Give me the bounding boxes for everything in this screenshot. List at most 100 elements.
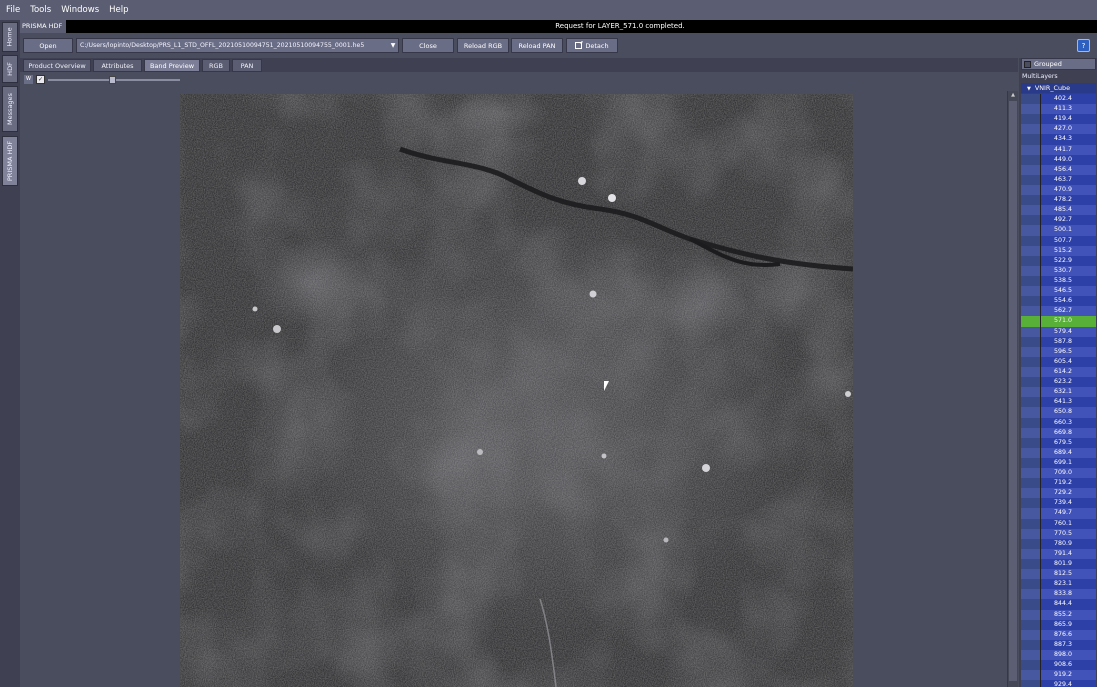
band-wavelength: 411.3: [1041, 104, 1096, 115]
band-row[interactable]: 546.5: [1021, 286, 1096, 297]
band-row[interactable]: 463.7: [1021, 174, 1096, 185]
band-row[interactable]: 507.7: [1021, 235, 1096, 246]
band-row[interactable]: 887.3: [1021, 639, 1096, 651]
band-row[interactable]: 562.7: [1021, 306, 1096, 317]
tab-pan[interactable]: PAN: [232, 59, 262, 72]
band-row[interactable]: 500.1: [1021, 225, 1096, 236]
detach-button[interactable]: ↗ Detach: [566, 38, 618, 53]
band-row[interactable]: 434.3: [1021, 134, 1096, 145]
band-row[interactable]: 669.8: [1021, 427, 1096, 438]
band-wavelength: 419.4: [1041, 114, 1096, 125]
band-row[interactable]: 833.8: [1021, 589, 1096, 600]
band-row[interactable]: 719.2: [1021, 478, 1096, 489]
menu-tools[interactable]: Tools: [30, 5, 51, 15]
menu-bar: File Tools Windows Help: [0, 0, 1097, 20]
band-row[interactable]: 823.1: [1021, 579, 1096, 590]
band-row[interactable]: 441.7: [1021, 144, 1096, 155]
band-row[interactable]: 641.3: [1021, 397, 1096, 408]
side-tab-home[interactable]: Home: [2, 22, 18, 52]
menu-help[interactable]: Help: [109, 5, 128, 15]
band-row[interactable]: 908.6: [1021, 660, 1096, 671]
band-row[interactable]: 554.6: [1021, 296, 1096, 307]
band-wavelength: 571.0: [1041, 316, 1096, 327]
band-row[interactable]: 898.0: [1021, 650, 1096, 661]
help-button[interactable]: ?: [1077, 39, 1090, 52]
vnir-cube-node[interactable]: ▼ VNIR_Cube: [1021, 83, 1096, 93]
band-swatch: [1021, 599, 1041, 610]
band-row[interactable]: 571.0: [1021, 316, 1096, 327]
grouped-checkbox[interactable]: [1024, 60, 1031, 68]
band-row[interactable]: 449.0: [1021, 154, 1096, 165]
band-row[interactable]: 579.4: [1021, 326, 1096, 337]
band-wavelength: 844.4: [1041, 599, 1096, 610]
open-button[interactable]: Open: [23, 38, 73, 53]
band-swatch: [1021, 114, 1041, 125]
band-row[interactable]: 492.7: [1021, 215, 1096, 226]
scroll-up-icon[interactable]: ▲: [1009, 92, 1017, 99]
band-row[interactable]: 515.2: [1021, 245, 1096, 256]
band-row[interactable]: 812.5: [1021, 569, 1096, 580]
band-row[interactable]: 919.2: [1021, 670, 1096, 681]
file-path-select[interactable]: C:/Users/lopinto/Desktop/PRS_L1_STD_OFFL…: [76, 38, 399, 53]
band-row[interactable]: 679.5: [1021, 437, 1096, 448]
band-row[interactable]: 844.4: [1021, 599, 1096, 610]
band-row[interactable]: 485.4: [1021, 205, 1096, 216]
band-row[interactable]: 538.5: [1021, 275, 1096, 287]
menu-windows[interactable]: Windows: [61, 5, 99, 15]
band-row[interactable]: 929.4: [1021, 680, 1096, 687]
band-row[interactable]: 522.9: [1021, 255, 1096, 266]
band-row[interactable]: 729.2: [1021, 488, 1096, 499]
band-swatch: [1021, 104, 1041, 115]
band-row[interactable]: 780.9: [1021, 538, 1096, 549]
band-row[interactable]: 632.1: [1021, 387, 1096, 398]
preview-scrollbar[interactable]: ▲: [1007, 91, 1018, 687]
band-row[interactable]: 770.5: [1021, 528, 1096, 539]
band-row[interactable]: 699.1: [1021, 457, 1096, 469]
band-row[interactable]: 478.2: [1021, 195, 1096, 206]
close-button[interactable]: Close: [402, 38, 454, 53]
band-row[interactable]: 596.5: [1021, 346, 1096, 357]
tab-rgb[interactable]: RGB: [202, 59, 230, 72]
band-row[interactable]: 660.3: [1021, 417, 1096, 428]
band-row[interactable]: 709.0: [1021, 468, 1096, 479]
tab-attributes[interactable]: Attributes: [93, 59, 142, 72]
band-row[interactable]: 614.2: [1021, 366, 1096, 378]
scroll-thumb[interactable]: [1009, 101, 1017, 681]
tab-band-preview[interactable]: Band Preview: [144, 59, 200, 72]
band-row[interactable]: 623.2: [1021, 377, 1096, 388]
band-wavelength: 596.5: [1041, 346, 1096, 357]
grouped-toggle[interactable]: Grouped: [1021, 58, 1096, 70]
band-row[interactable]: 749.7: [1021, 508, 1096, 519]
band-row[interactable]: 739.4: [1021, 498, 1096, 509]
expand-triangle-icon[interactable]: ▼: [1027, 86, 1031, 92]
band-row[interactable]: 530.7: [1021, 265, 1096, 276]
band-row[interactable]: 855.2: [1021, 609, 1096, 620]
tab-product-overview[interactable]: Product Overview: [23, 59, 91, 72]
menu-file[interactable]: File: [6, 5, 20, 15]
band-row[interactable]: 760.1: [1021, 518, 1096, 529]
band-row[interactable]: 470.9: [1021, 184, 1096, 196]
band-swatch: [1021, 589, 1041, 600]
band-row[interactable]: 650.8: [1021, 407, 1096, 418]
band-row[interactable]: 419.4: [1021, 114, 1096, 125]
band-row[interactable]: 456.4: [1021, 164, 1096, 175]
slider-thumb[interactable]: [109, 76, 116, 84]
band-row[interactable]: 427.0: [1021, 124, 1096, 135]
band-row[interactable]: 689.4: [1021, 447, 1096, 458]
band-row[interactable]: 587.8: [1021, 336, 1096, 347]
band-row[interactable]: 791.4: [1021, 548, 1096, 560]
band-row[interactable]: 801.9: [1021, 559, 1096, 570]
side-tab-prisma-hdf[interactable]: PRISMA HDF: [2, 136, 18, 186]
reload-rgb-button[interactable]: Reload RGB: [457, 38, 509, 53]
band-image[interactable]: [180, 94, 853, 687]
side-tab-hdf[interactable]: HDF: [2, 55, 18, 83]
preview-checkbox[interactable]: ✓: [36, 75, 45, 84]
reload-pan-button[interactable]: Reload PAN: [511, 38, 563, 53]
band-row[interactable]: 402.4: [1021, 94, 1096, 105]
band-row[interactable]: 605.4: [1021, 356, 1096, 367]
band-row[interactable]: 865.9: [1021, 619, 1096, 630]
band-row[interactable]: 876.6: [1021, 629, 1096, 640]
side-tab-messages[interactable]: Messages: [2, 86, 18, 132]
chevron-down-icon[interactable]: ▼: [387, 38, 399, 53]
band-row[interactable]: 411.3: [1021, 104, 1096, 115]
